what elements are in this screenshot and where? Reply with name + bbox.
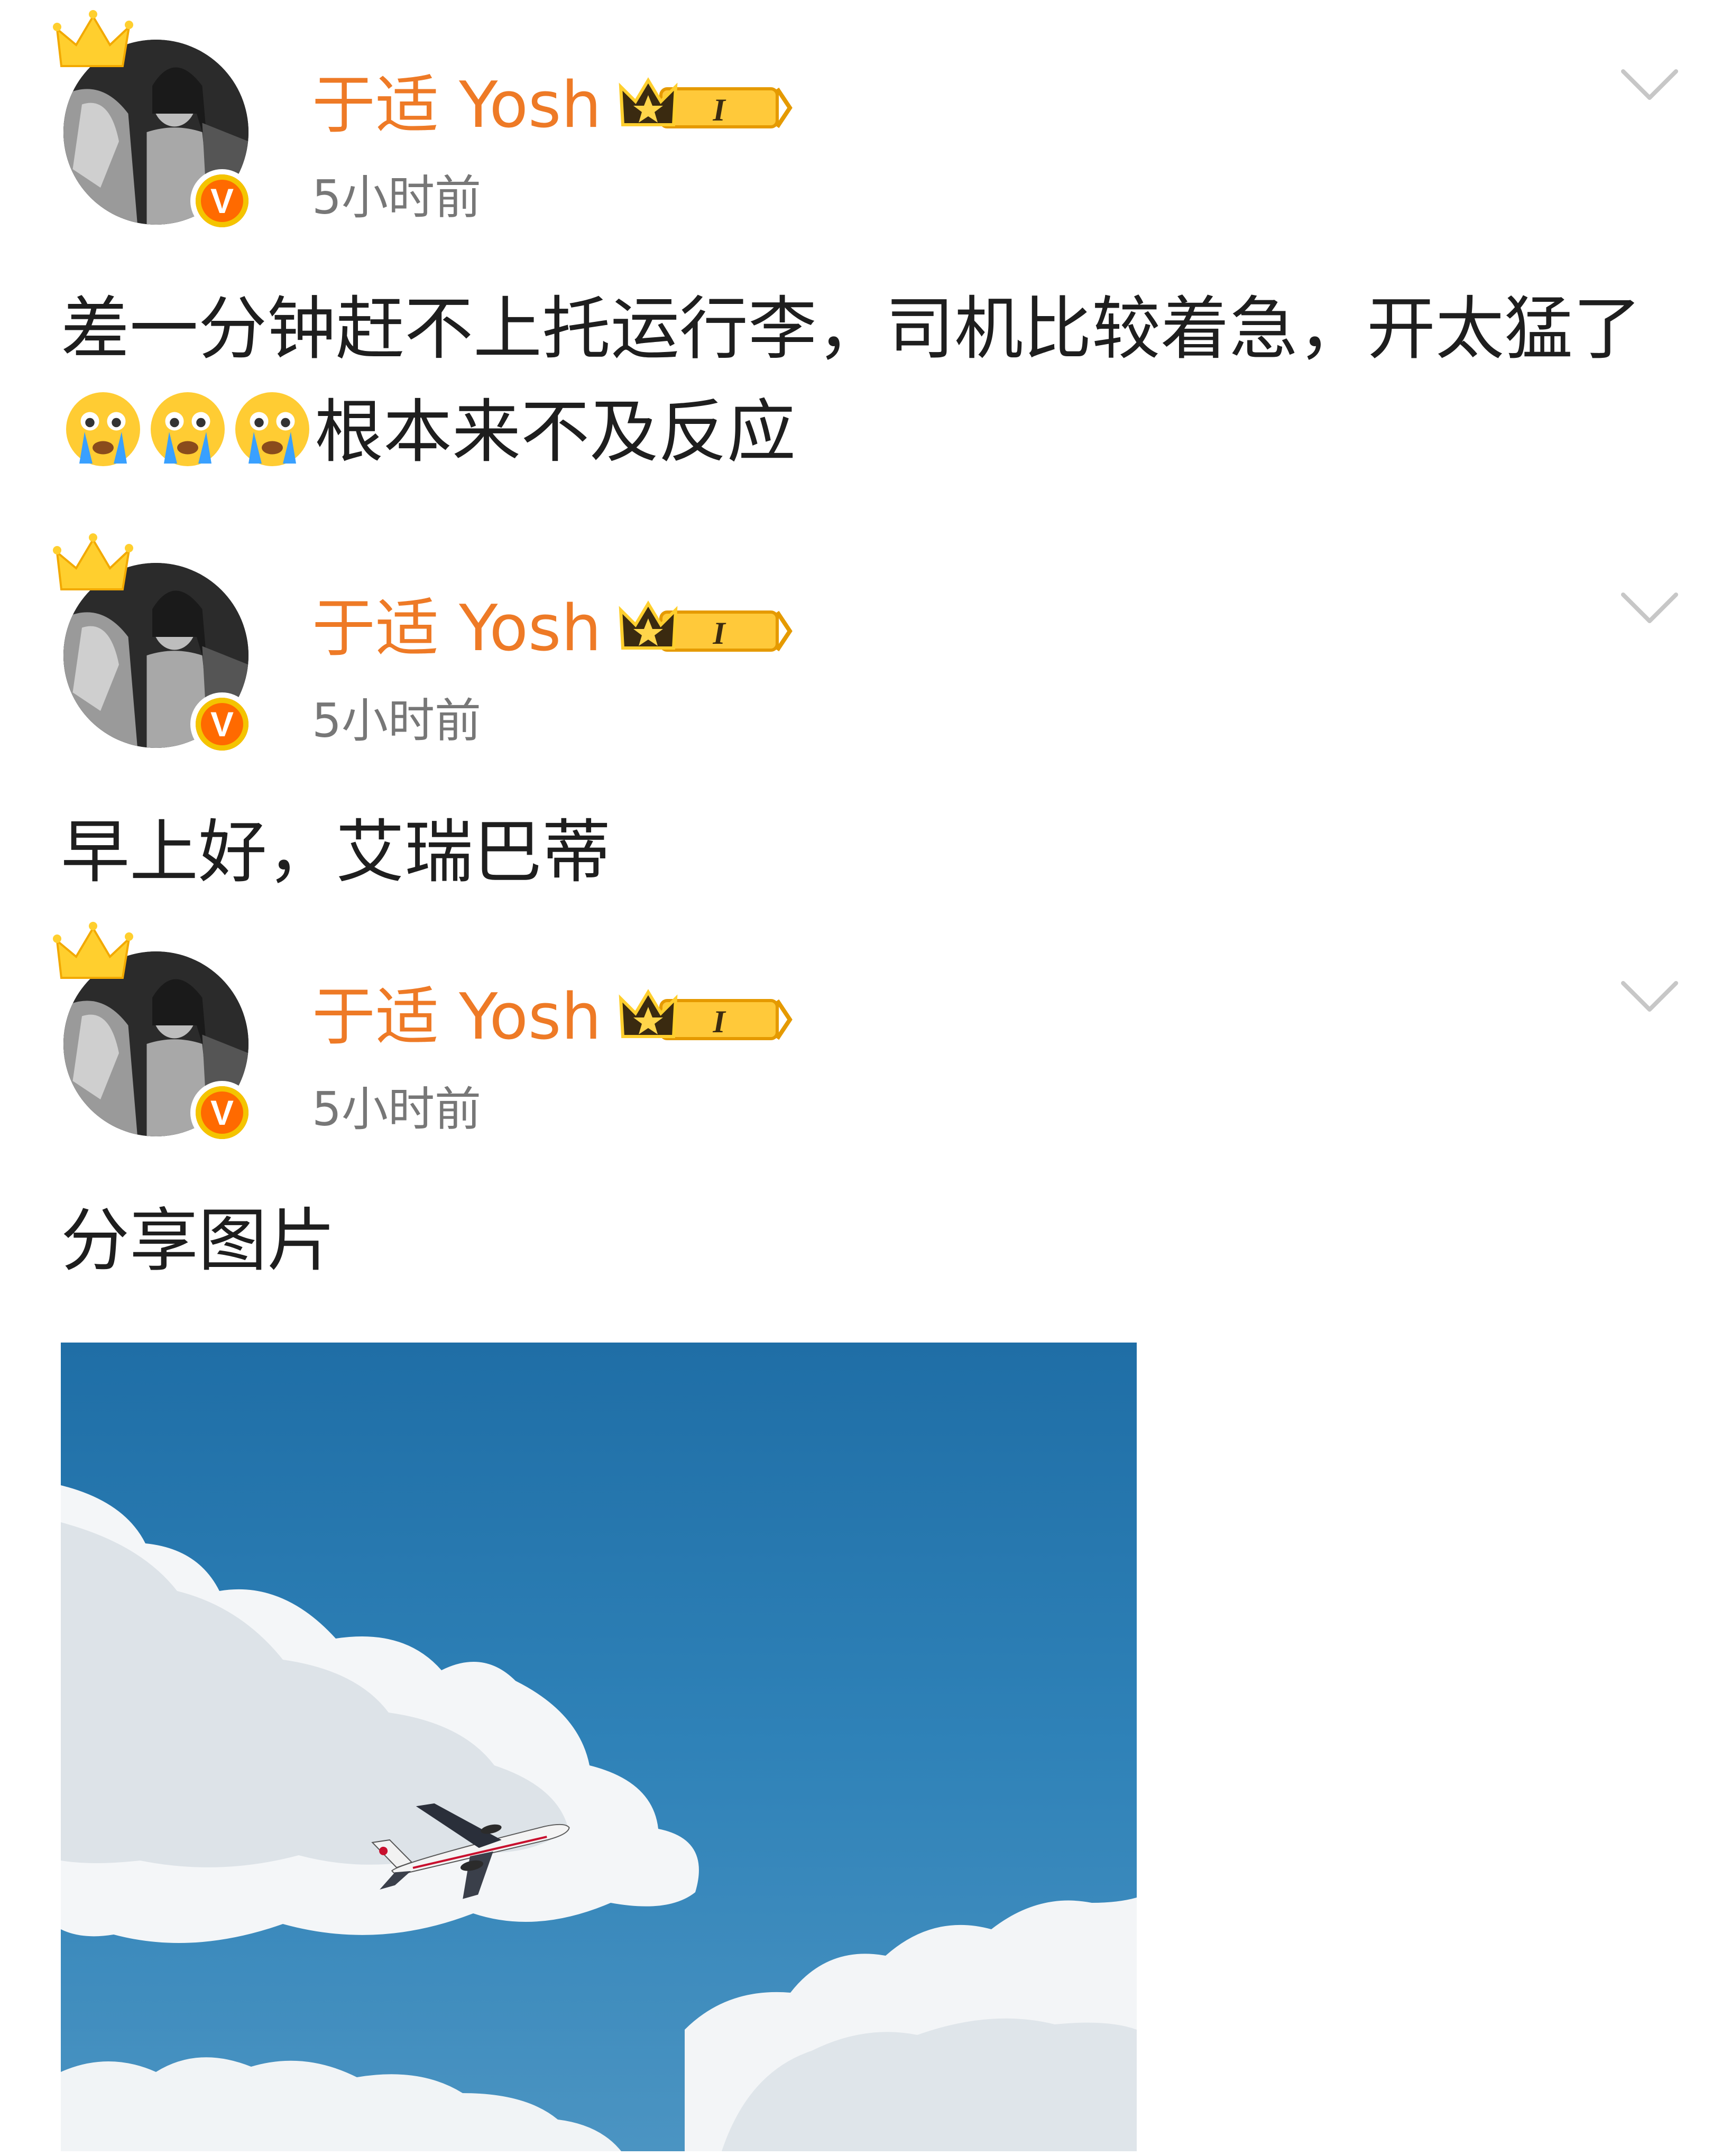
member-level: I	[712, 616, 726, 651]
member-crown-badge-icon[interactable]: I	[619, 986, 793, 1049]
verified-badge: V	[190, 692, 254, 756]
post-text: 分享图片	[61, 1200, 336, 1281]
crown-icon	[53, 10, 133, 67]
post-text-part: 根本来不及反应	[315, 392, 796, 472]
post-time: 5小时前	[312, 1082, 481, 1136]
airplane-in-blue-sky-photo[interactable]	[61, 1343, 1137, 2151]
username[interactable]: 于适 Yosh	[312, 986, 602, 1049]
verified-badge: V	[190, 1081, 254, 1144]
verified-badge: V	[190, 169, 254, 233]
post-time: 5小时前	[312, 170, 481, 225]
avatar-container[interactable]: V	[53, 8, 264, 233]
airplane-photo-image	[61, 1343, 1137, 2151]
username[interactable]: 于适 Yosh	[312, 74, 602, 137]
crown-icon	[53, 533, 133, 590]
crying-face-icon	[66, 392, 140, 466]
crown-icon	[53, 922, 133, 979]
post-text-part: 差一分钟赶不上托运行李，司机比较着急，开太猛了	[61, 289, 1642, 369]
verified-badge-label: V	[196, 698, 248, 751]
avatar-container[interactable]: V	[53, 920, 264, 1144]
post-text: 差一分钟赶不上托运行李，司机比较着急，开太猛了 根本来不及反应	[61, 277, 1689, 484]
member-crown-badge-icon[interactable]: I	[619, 74, 793, 137]
chevron-down-icon[interactable]	[1620, 589, 1679, 626]
post-text: 早上好，艾瑞巴蒂	[61, 812, 611, 892]
crying-face-icon	[235, 392, 309, 466]
member-level: I	[712, 1004, 726, 1039]
verified-badge-label: V	[196, 174, 248, 227]
username[interactable]: 于适 Yosh	[312, 597, 602, 661]
member-crown-badge-icon[interactable]: I	[619, 597, 793, 661]
chevron-down-icon[interactable]	[1620, 66, 1679, 103]
member-level: I	[712, 92, 726, 127]
verified-badge-label: V	[196, 1086, 248, 1139]
chevron-down-icon[interactable]	[1620, 978, 1679, 1015]
post-time: 5小时前	[312, 693, 481, 748]
crying-face-icon	[151, 392, 225, 466]
avatar-container[interactable]: V	[53, 531, 264, 756]
